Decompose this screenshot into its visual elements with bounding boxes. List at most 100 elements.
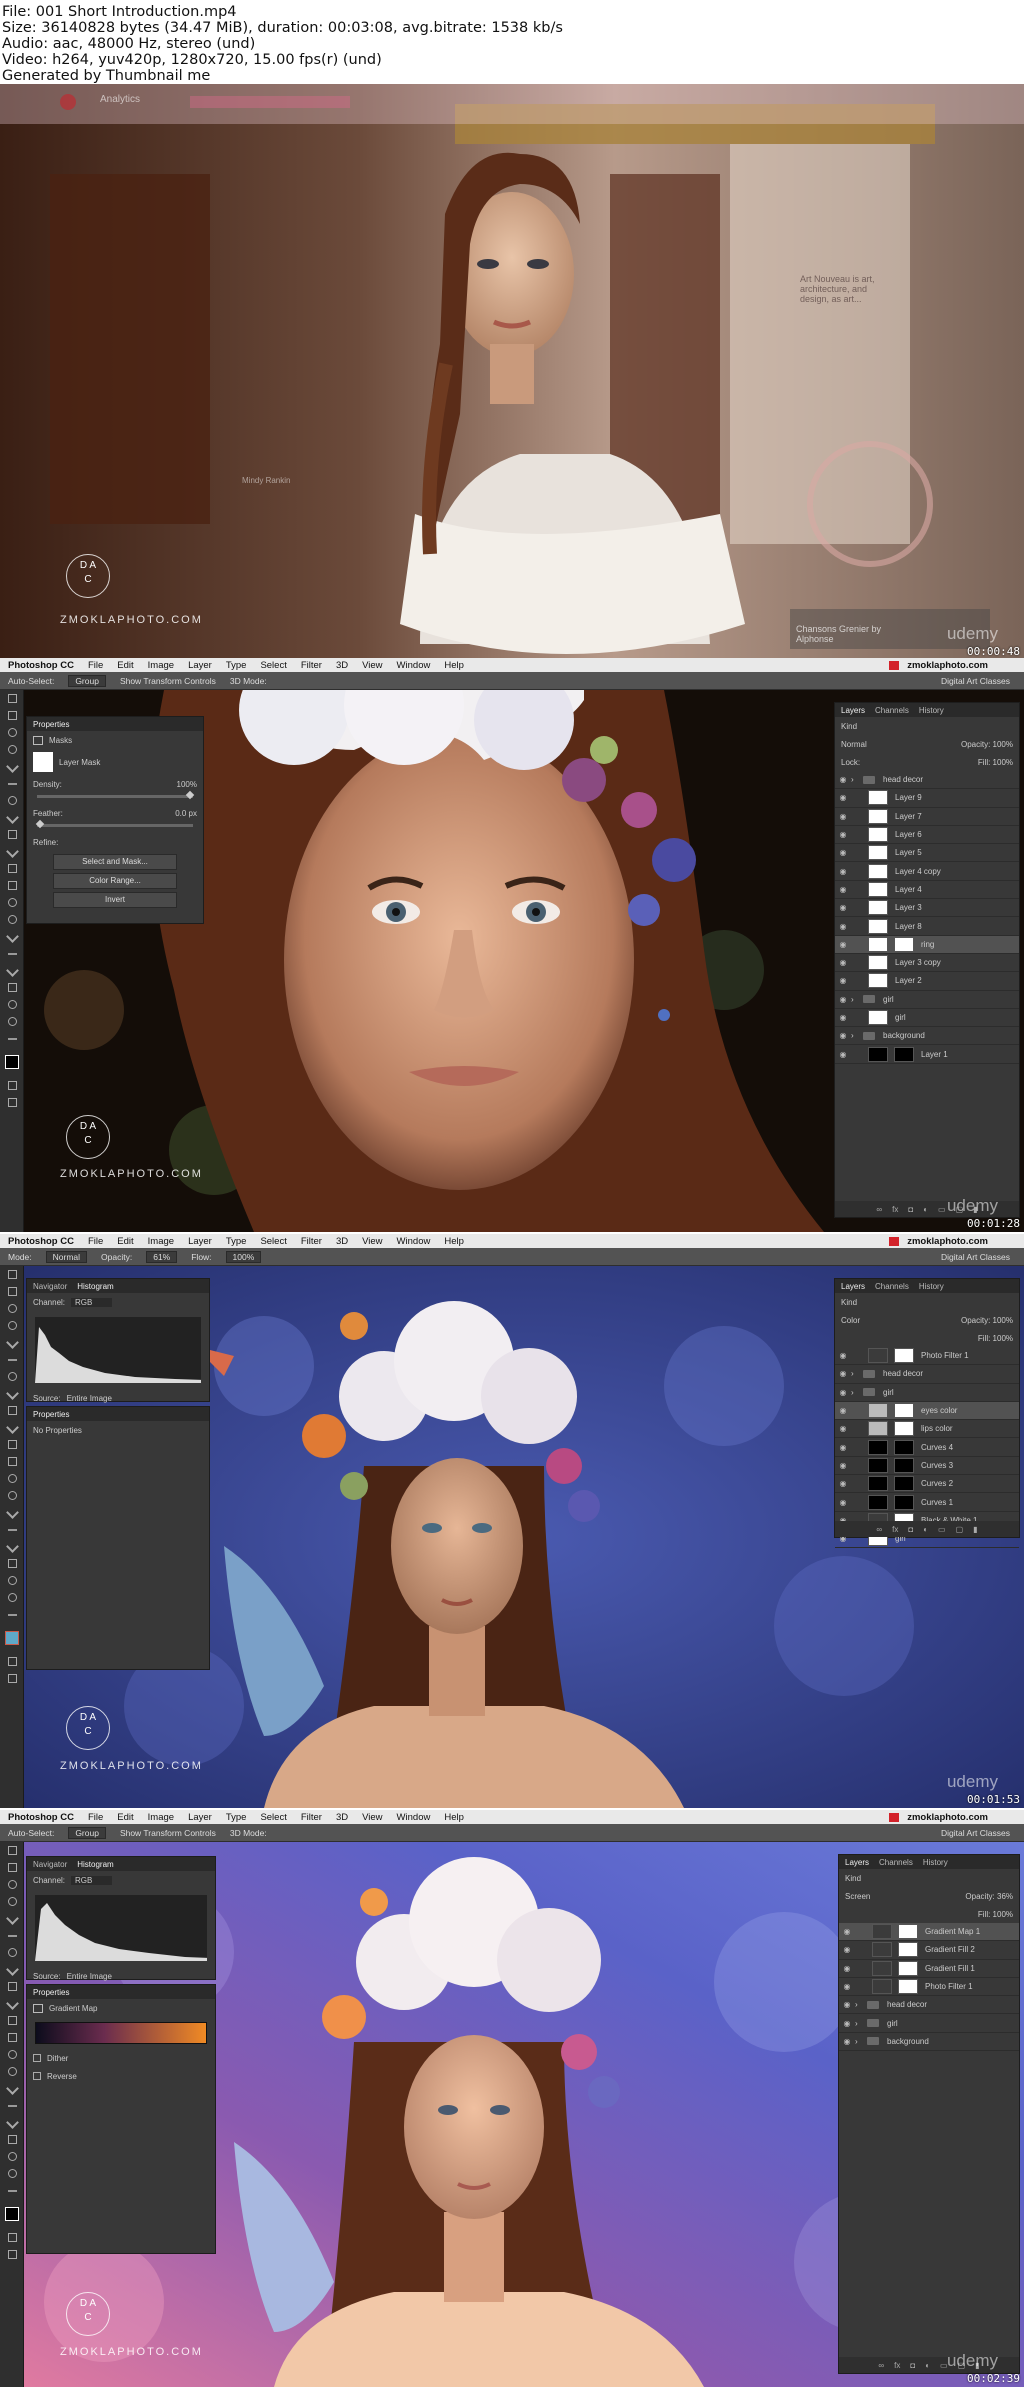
visibility-eye-icon[interactable]: ◉ bbox=[839, 1982, 855, 1991]
layer-row[interactable]: ◉ Curves 4 bbox=[835, 1438, 1019, 1457]
tab-history[interactable]: History bbox=[919, 706, 944, 715]
visibility-eye-icon[interactable]: ◉ bbox=[839, 1964, 855, 1973]
healing-tool-icon[interactable] bbox=[0, 1944, 24, 1961]
folder-icon[interactable]: ▭ bbox=[938, 1525, 946, 1534]
quick-select-tool-icon[interactable] bbox=[0, 1317, 24, 1334]
color-range-button[interactable]: Color Range... bbox=[53, 873, 177, 889]
menu-select[interactable]: Select bbox=[260, 1236, 286, 1247]
layer-row[interactable]: ◉ girl bbox=[835, 1009, 1019, 1028]
adjustment-icon[interactable]: ◐ bbox=[925, 2361, 930, 2370]
visibility-eye-icon[interactable]: ◉ bbox=[835, 1031, 851, 1040]
layer-row[interactable]: ◉ › head decor bbox=[835, 771, 1019, 790]
layer-row[interactable]: ◉ Layer 8 bbox=[835, 917, 1019, 936]
marquee-tool-icon[interactable] bbox=[0, 1283, 24, 1300]
layer-mask-thumbnail[interactable] bbox=[894, 1494, 914, 1510]
menu-edit[interactable]: Edit bbox=[117, 1236, 133, 1247]
tab-navigator[interactable]: Navigator bbox=[33, 1860, 67, 1869]
brush-flow-field[interactable]: 100% bbox=[225, 1250, 262, 1263]
layer-row[interactable]: ◉ › girl bbox=[835, 1384, 1019, 1402]
visibility-eye-icon[interactable]: ◉ bbox=[835, 1050, 851, 1059]
menu-file[interactable]: File bbox=[88, 1812, 103, 1823]
fill-field[interactable]: Fill: 100% bbox=[978, 1334, 1013, 1343]
group-expand-icon[interactable]: › bbox=[851, 1369, 859, 1378]
menu-filter[interactable]: Filter bbox=[301, 1236, 322, 1247]
blur-tool-icon[interactable] bbox=[0, 2046, 24, 2063]
group-expand-icon[interactable]: › bbox=[851, 1031, 859, 1040]
workspace-label[interactable]: Digital Art Classes bbox=[941, 1252, 1024, 1262]
tab-properties[interactable]: Properties bbox=[33, 1988, 69, 1997]
layer-row[interactable]: ◉ Photo Filter 1 bbox=[835, 1347, 1019, 1366]
fx-icon[interactable]: fx bbox=[894, 2361, 900, 2370]
visibility-eye-icon[interactable]: ◉ bbox=[835, 848, 851, 857]
layer-row[interactable]: ◉ Layer 4 copy bbox=[835, 862, 1019, 881]
layer-row[interactable]: ◉ Curves 3 bbox=[835, 1457, 1019, 1476]
feather-value[interactable]: 0.0 px bbox=[175, 809, 197, 818]
layer-mask-thumbnail[interactable] bbox=[898, 1942, 918, 1958]
pen-tool-icon[interactable] bbox=[0, 1504, 24, 1521]
brush-tool-icon[interactable] bbox=[0, 1961, 24, 1978]
pen-tool-icon[interactable] bbox=[0, 928, 24, 945]
dodge-tool-icon[interactable] bbox=[0, 1487, 24, 1504]
trash-icon[interactable]: ▮ bbox=[973, 1525, 977, 1534]
lasso-tool-icon[interactable] bbox=[0, 1300, 24, 1317]
tab-histogram[interactable]: Histogram bbox=[77, 1860, 113, 1869]
quick-mask-icon[interactable] bbox=[0, 2229, 24, 2246]
opacity-field[interactable]: Opacity: 100% bbox=[961, 740, 1013, 749]
eraser-tool-icon[interactable] bbox=[0, 2012, 24, 2029]
marquee-tool-icon[interactable] bbox=[0, 1859, 24, 1876]
layer-row[interactable]: ◉ Layer 9 bbox=[835, 789, 1019, 808]
visibility-eye-icon[interactable]: ◉ bbox=[835, 867, 851, 876]
tab-properties[interactable]: Properties bbox=[33, 1410, 69, 1419]
lasso-tool-icon[interactable] bbox=[0, 724, 24, 741]
quick-mask-icon[interactable] bbox=[0, 1077, 24, 1094]
mask-icon[interactable]: ◘ bbox=[910, 2361, 915, 2370]
crop-tool-icon[interactable] bbox=[0, 1334, 24, 1351]
type-tool-icon[interactable] bbox=[0, 945, 24, 962]
brush-opacity-field[interactable]: 61% bbox=[146, 1250, 178, 1263]
layer-row[interactable]: ◉ Layer 2 bbox=[835, 972, 1019, 991]
reverse-checkbox[interactable] bbox=[33, 2072, 41, 2080]
hand-tool-icon[interactable] bbox=[0, 2148, 24, 2165]
eraser-tool-icon[interactable] bbox=[0, 860, 24, 877]
layer-mask-thumbnail[interactable] bbox=[894, 936, 914, 952]
blend-mode-select[interactable]: Screen bbox=[845, 1892, 870, 1901]
blend-mode-select[interactable]: Normal bbox=[841, 740, 867, 749]
menu-select[interactable]: Select bbox=[260, 660, 286, 671]
layer-kind-filter[interactable]: Kind bbox=[845, 1874, 861, 1883]
layer-mask-thumbnail[interactable] bbox=[894, 1457, 914, 1473]
quick-mask-icon[interactable] bbox=[0, 1653, 24, 1670]
auto-select-dropdown[interactable]: Group bbox=[68, 674, 106, 687]
dither-checkbox[interactable] bbox=[33, 2054, 41, 2062]
menu-view[interactable]: View bbox=[362, 660, 382, 671]
foreground-color-swatch[interactable] bbox=[0, 2199, 24, 2229]
crop-tool-icon[interactable] bbox=[0, 758, 24, 775]
opacity-field[interactable]: Opacity: 100% bbox=[961, 1316, 1013, 1325]
blur-tool-icon[interactable] bbox=[0, 1470, 24, 1487]
workspace-label[interactable]: Digital Art Classes bbox=[941, 1828, 1024, 1838]
layer-row[interactable]: ◉ Photo Filter 1 bbox=[839, 1978, 1019, 1997]
link-icon[interactable]: ∞ bbox=[878, 2361, 884, 2370]
transform-controls-checkbox[interactable]: Show Transform Controls bbox=[120, 1828, 216, 1838]
menu-layer[interactable]: Layer bbox=[188, 1236, 212, 1247]
brush-mode-select[interactable]: Normal bbox=[45, 1250, 88, 1263]
transform-controls-checkbox[interactable]: Show Transform Controls bbox=[120, 676, 216, 686]
pen-tool-icon[interactable] bbox=[0, 2080, 24, 2097]
menu-layer[interactable]: Layer bbox=[188, 660, 212, 671]
brush-tool-icon[interactable] bbox=[0, 809, 24, 826]
menu-view[interactable]: View bbox=[362, 1812, 382, 1823]
shape-tool-icon[interactable] bbox=[0, 2131, 24, 2148]
menu-file[interactable]: File bbox=[88, 660, 103, 671]
mask-icon[interactable]: ◘ bbox=[908, 1525, 913, 1534]
menu-edit[interactable]: Edit bbox=[117, 660, 133, 671]
hand-tool-icon[interactable] bbox=[0, 1572, 24, 1589]
shape-tool-icon[interactable] bbox=[0, 979, 24, 996]
path-select-tool-icon[interactable] bbox=[0, 2114, 24, 2131]
eyedropper-tool-icon[interactable] bbox=[0, 775, 24, 792]
gradient-tool-icon[interactable] bbox=[0, 1453, 24, 1470]
channel-select[interactable]: RGB bbox=[71, 1875, 113, 1885]
menu-window[interactable]: Window bbox=[397, 660, 431, 671]
density-value[interactable]: 100% bbox=[177, 780, 197, 789]
hand-tool-icon[interactable] bbox=[0, 996, 24, 1013]
menu-help[interactable]: Help bbox=[444, 660, 464, 671]
layer-kind-filter[interactable]: Kind bbox=[841, 722, 857, 731]
